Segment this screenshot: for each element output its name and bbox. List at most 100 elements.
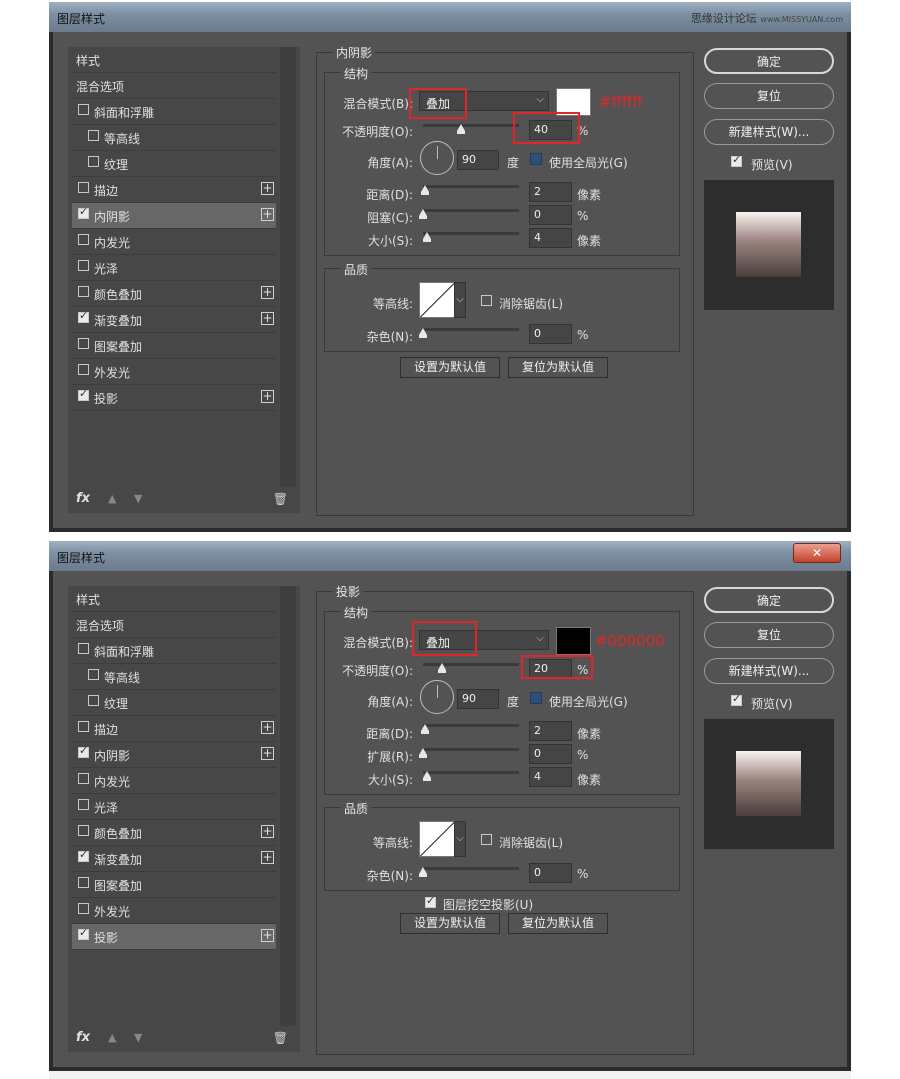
- add-icon[interactable]: +: [261, 286, 274, 299]
- noise-input[interactable]: 0: [529, 324, 572, 344]
- title-bar[interactable]: 图层样式 思缘设计论坛 www.MISSYUAN.com: [49, 2, 851, 32]
- checkbox[interactable]: [78, 825, 89, 836]
- style-item-color-overlay[interactable]: 颜色叠加 +: [72, 281, 276, 307]
- checkbox[interactable]: [78, 286, 89, 297]
- style-item-pattern-overlay[interactable]: 图案叠加: [72, 333, 276, 359]
- angle-dial[interactable]: [420, 680, 454, 714]
- angle-input[interactable]: 90: [457, 150, 499, 170]
- opacity-slider[interactable]: [423, 124, 519, 134]
- style-item-outer-glow[interactable]: 外发光: [72, 898, 276, 924]
- checkbox[interactable]: [78, 799, 89, 810]
- slider-thumb[interactable]: [423, 771, 431, 781]
- contour-dropdown[interactable]: ⌵: [454, 821, 466, 857]
- styles-header[interactable]: 样式: [72, 586, 276, 612]
- style-item-texture[interactable]: 纹理: [72, 151, 276, 177]
- new-style-button[interactable]: 新建样式(W)...: [704, 658, 834, 684]
- checkbox[interactable]: [78, 848, 89, 862]
- style-item-bevel-emboss[interactable]: 斜面和浮雕: [72, 99, 276, 125]
- style-item-stroke[interactable]: 描边 +: [72, 716, 276, 742]
- distance-input[interactable]: 2: [529, 182, 572, 202]
- checkbox[interactable]: [78, 234, 89, 245]
- add-icon[interactable]: +: [261, 390, 274, 403]
- trash-icon[interactable]: 🗑: [273, 1031, 288, 1045]
- reset-default-button[interactable]: 复位为默认值: [508, 357, 608, 378]
- contour-dropdown[interactable]: ⌵: [454, 282, 466, 318]
- add-icon[interactable]: +: [261, 851, 274, 864]
- move-up-icon[interactable]: ▲: [108, 1031, 116, 1044]
- size-slider[interactable]: [423, 771, 519, 781]
- contour-preview[interactable]: [419, 282, 455, 318]
- spread-input[interactable]: 0: [529, 744, 572, 764]
- checkbox[interactable]: [78, 643, 89, 654]
- slider-thumb[interactable]: [419, 867, 427, 877]
- move-down-icon[interactable]: ▼: [134, 1031, 142, 1044]
- global-light-checkbox[interactable]: [530, 692, 542, 704]
- choke-slider[interactable]: [419, 209, 519, 219]
- add-icon[interactable]: +: [261, 825, 274, 838]
- noise-input[interactable]: 0: [529, 863, 572, 883]
- scrollbar[interactable]: [280, 586, 296, 1026]
- preview-checkbox[interactable]: [731, 692, 742, 706]
- style-item-stroke[interactable]: 描边 +: [72, 177, 276, 203]
- style-item-satin[interactable]: 光泽: [72, 255, 276, 281]
- style-item-inner-shadow[interactable]: 内阴影+: [72, 203, 276, 229]
- color-swatch[interactable]: [556, 627, 591, 655]
- checkbox[interactable]: [78, 877, 89, 888]
- opacity-slider[interactable]: [423, 663, 519, 673]
- blend-options-item[interactable]: 混合选项: [72, 612, 276, 638]
- style-item-outer-glow[interactable]: 外发光: [72, 359, 276, 385]
- style-item-contour[interactable]: 等高线: [72, 125, 276, 151]
- style-item-inner-glow[interactable]: 内发光: [72, 768, 276, 794]
- slider-thumb[interactable]: [419, 748, 427, 758]
- contour-preview[interactable]: [419, 821, 455, 857]
- add-icon[interactable]: +: [261, 747, 274, 760]
- noise-slider[interactable]: [419, 867, 519, 877]
- antialias-checkbox[interactable]: [481, 834, 492, 845]
- style-item-color-overlay[interactable]: 颜色叠加 +: [72, 820, 276, 846]
- style-item-drop-shadow[interactable]: 投影+: [72, 385, 276, 411]
- ok-button[interactable]: 确定: [704, 587, 834, 613]
- global-light-checkbox[interactable]: [530, 153, 542, 165]
- add-icon[interactable]: +: [261, 721, 274, 734]
- checkbox[interactable]: [78, 744, 89, 758]
- checkbox[interactable]: [78, 205, 89, 219]
- title-bar[interactable]: 图层样式 ✕: [49, 541, 851, 571]
- reset-default-button[interactable]: 复位为默认值: [508, 913, 608, 934]
- checkbox[interactable]: [78, 338, 89, 349]
- checkbox[interactable]: [88, 130, 99, 141]
- make-default-button[interactable]: 设置为默认值: [400, 913, 500, 934]
- fx-icon[interactable]: fx: [76, 491, 90, 506]
- checkbox[interactable]: [78, 104, 89, 115]
- style-item-bevel-emboss[interactable]: 斜面和浮雕: [72, 638, 276, 664]
- scrollbar[interactable]: [280, 47, 296, 487]
- slider-thumb[interactable]: [457, 124, 466, 134]
- slider-thumb[interactable]: [419, 328, 427, 338]
- blend-options-item[interactable]: 混合选项: [72, 73, 276, 99]
- angle-dial[interactable]: [420, 141, 454, 175]
- styles-header[interactable]: 样式: [72, 47, 276, 73]
- checkbox[interactable]: [78, 721, 89, 732]
- size-input[interactable]: 4: [529, 767, 572, 787]
- style-item-gradient-overlay[interactable]: 渐变叠加+: [72, 307, 276, 333]
- style-item-inner-shadow[interactable]: 内阴影+: [72, 742, 276, 768]
- move-up-icon[interactable]: ▲: [108, 492, 116, 505]
- preview-checkbox[interactable]: [731, 153, 742, 167]
- reset-button[interactable]: 复位: [704, 83, 834, 109]
- move-down-icon[interactable]: ▼: [134, 492, 142, 505]
- close-button[interactable]: ✕: [793, 543, 841, 563]
- checkbox[interactable]: [78, 773, 89, 784]
- knockout-checkbox[interactable]: [425, 894, 436, 908]
- add-icon[interactable]: +: [261, 208, 274, 221]
- style-item-inner-glow[interactable]: 内发光: [72, 229, 276, 255]
- angle-input[interactable]: 90: [457, 689, 499, 709]
- checkbox[interactable]: [78, 182, 89, 193]
- slider-thumb[interactable]: [421, 724, 429, 734]
- slider-thumb[interactable]: [438, 663, 447, 673]
- style-item-drop-shadow[interactable]: 投影+: [72, 924, 276, 950]
- checkbox[interactable]: [78, 387, 89, 401]
- slider-thumb[interactable]: [423, 232, 431, 242]
- checkbox[interactable]: [88, 695, 99, 706]
- style-item-satin[interactable]: 光泽: [72, 794, 276, 820]
- checkbox[interactable]: [78, 309, 89, 323]
- reset-button[interactable]: 复位: [704, 622, 834, 648]
